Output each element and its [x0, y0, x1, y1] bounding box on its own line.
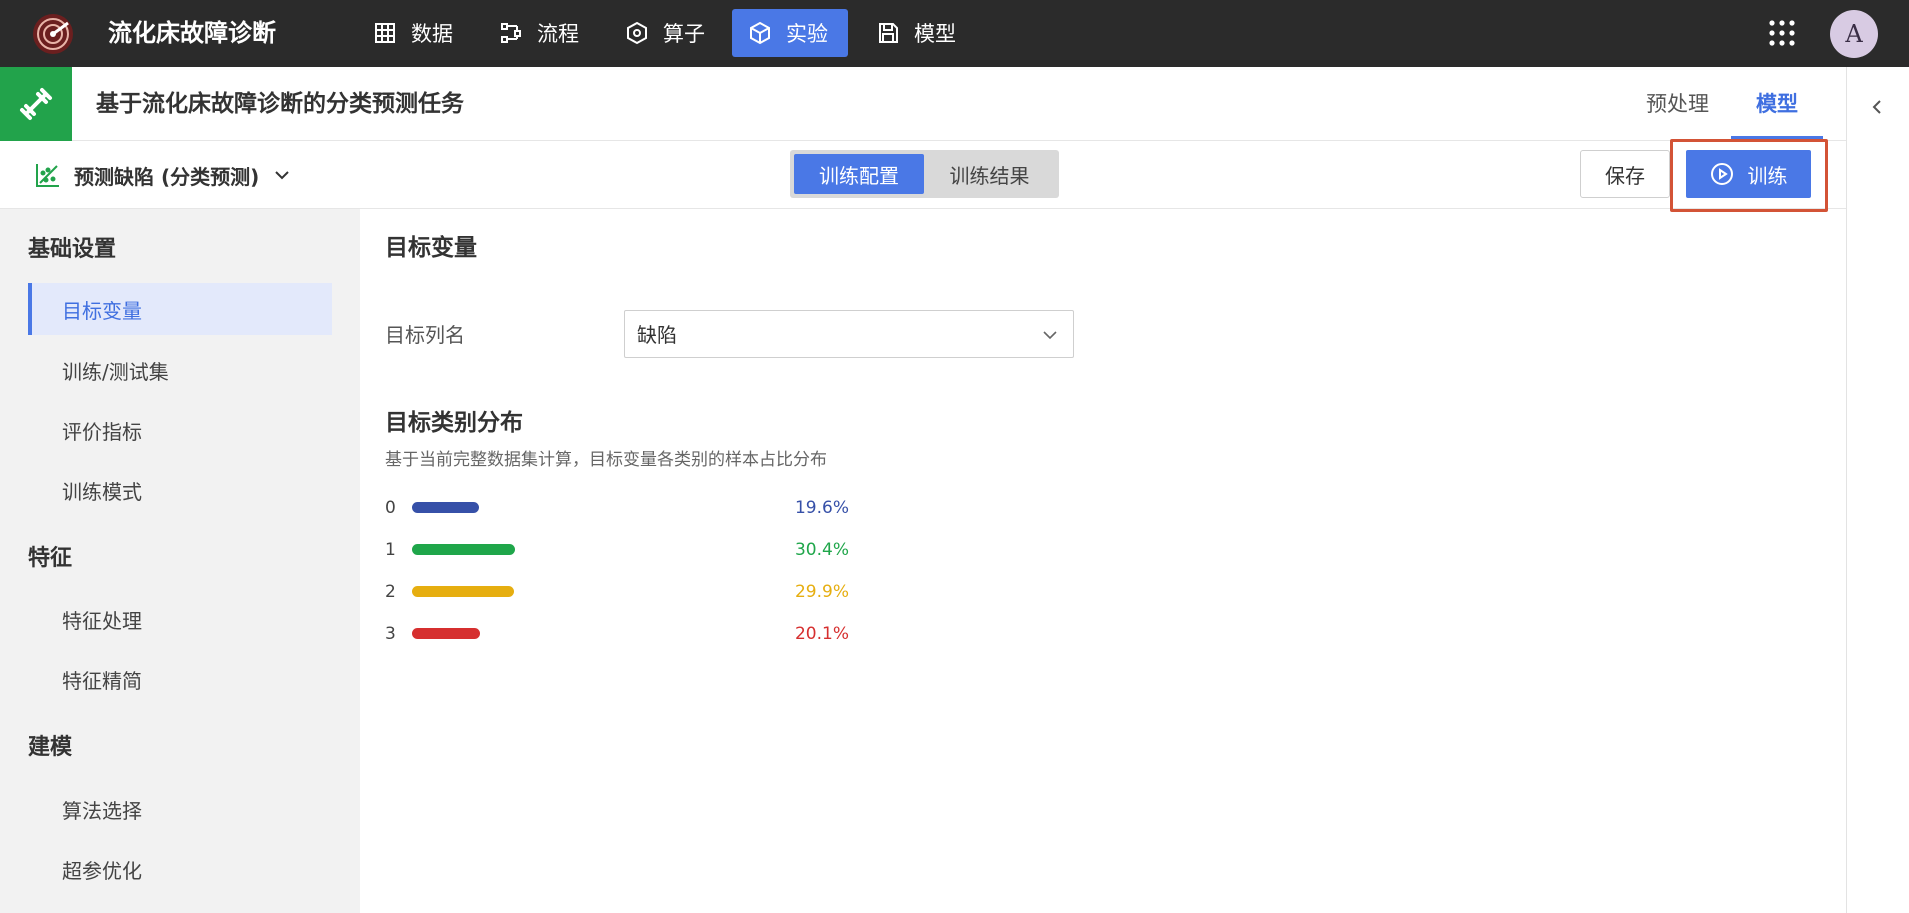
target-column-label: 目标列名 [385, 323, 465, 347]
nav-item-label: 算子 [663, 22, 705, 46]
model-dropdown[interactable]: 预测缺陷 (分类预测) [34, 159, 291, 191]
distribution-bar [412, 586, 514, 597]
target-column-value: 缺陷 [637, 323, 677, 347]
chevron-down-icon [275, 171, 289, 180]
class-label: 1 [385, 540, 396, 560]
sidebar-group-feature: 特征 [28, 546, 73, 571]
segment-train-result[interactable]: 训练结果 [924, 154, 1055, 194]
task-title: 基于流化床故障诊断的分类预测任务 [96, 91, 464, 117]
task-icon-box [0, 67, 72, 141]
chevron-left-icon[interactable] [1867, 97, 1887, 117]
app-title: 流化床故障诊断 [108, 19, 276, 47]
nav-item-data[interactable]: 数据 [357, 9, 473, 57]
cube-icon [750, 21, 770, 45]
nav-item-operator[interactable]: 算子 [609, 9, 725, 57]
sidebar-item-algorithm[interactable]: 算法选择 [28, 783, 332, 835]
class-percent: 30.4% [794, 540, 849, 560]
distribution-title: 目标类别分布 [385, 410, 523, 436]
scatter-chart-icon [36, 164, 59, 187]
sidebar-item-metrics[interactable]: 评价指标 [28, 404, 332, 456]
table-icon [375, 23, 395, 43]
top-navbar: 流化床故障诊断 数据 流程 算子 实验 模型 A [0, 0, 1909, 67]
nav-item-model[interactable]: 模型 [860, 9, 976, 57]
hexagon-icon [627, 21, 647, 45]
distribution-row: 1 30.4% [385, 538, 855, 562]
class-percent: 29.9% [794, 582, 849, 602]
tab-model[interactable]: 模型 [1756, 88, 1798, 120]
sidebar-item-hyperparam[interactable]: 超参优化 [28, 843, 332, 895]
class-percent: 19.6% [794, 498, 849, 518]
distribution-row: 2 29.9% [385, 580, 855, 604]
save-icon [879, 23, 898, 43]
sidebar-item-target-variable[interactable]: 目标变量 [28, 283, 332, 335]
config-result-switch: 训练配置 训练结果 [790, 150, 1059, 198]
sidebar-group-modeling: 建模 [28, 735, 73, 760]
class-label: 0 [385, 498, 396, 518]
apps-grid-icon[interactable] [1768, 19, 1796, 47]
task-header: 基于流化床故障诊断的分类预测任务 预处理 模型 [0, 67, 1846, 141]
save-button[interactable]: 保存 [1580, 150, 1670, 198]
nav-item-label: 数据 [411, 22, 453, 46]
distribution-bar [412, 628, 481, 639]
sidebar-item-feature-selection[interactable]: 特征精简 [28, 653, 332, 705]
class-percent: 20.1% [794, 624, 849, 644]
model-dropdown-label: 预测缺陷 (分类预测) [74, 164, 260, 189]
class-label: 2 [385, 582, 396, 602]
user-avatar[interactable]: A [1830, 10, 1878, 58]
target-column-select[interactable]: 缺陷 [624, 310, 1074, 358]
app-logo-icon[interactable] [28, 11, 78, 57]
nav-item-experiment[interactable]: 实验 [732, 9, 848, 57]
tab-preprocess[interactable]: 预处理 [1646, 88, 1709, 120]
sidebar-group-basic: 基础设置 [28, 237, 117, 262]
sidebar-item-feature-processing[interactable]: 特征处理 [28, 593, 332, 645]
distribution-row: 0 19.6% [385, 496, 855, 520]
distribution-row: 3 20.1% [385, 622, 855, 646]
distribution-bar [412, 502, 479, 513]
dumbbell-icon [20, 88, 52, 120]
segment-train-config[interactable]: 训练配置 [794, 154, 924, 194]
class-label: 3 [385, 624, 396, 644]
distribution-description: 基于当前完整数据集计算，目标变量各类别的样本占比分布 [385, 450, 827, 470]
train-button-highlight [1670, 139, 1828, 212]
chevron-down-icon [1043, 331, 1057, 340]
nav-item-flow[interactable]: 流程 [483, 9, 599, 57]
flow-icon [501, 23, 521, 43]
distribution-bar [412, 544, 516, 555]
nav-item-label: 实验 [786, 22, 828, 46]
sidebar-item-train-mode[interactable]: 训练模式 [28, 464, 332, 516]
section-title: 目标变量 [385, 235, 477, 261]
right-collapse-panel [1846, 67, 1909, 913]
settings-sidebar: 基础设置 目标变量 训练/测试集 评价指标 训练模式 特征 特征处理 特征精简 … [0, 209, 360, 913]
sidebar-item-train-test-set[interactable]: 训练/测试集 [28, 344, 332, 396]
nav-item-label: 流程 [537, 22, 579, 46]
nav-item-label: 模型 [914, 22, 956, 46]
